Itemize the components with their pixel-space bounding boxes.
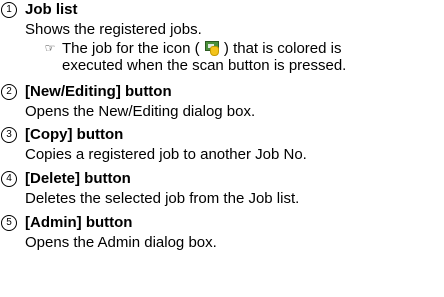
list-item: 5 [Admin] button Opens the Admin dialog …: [0, 213, 440, 251]
note-text-after-icon: ) that is colored is: [223, 40, 342, 57]
item-heading: 5 [Admin] button: [0, 213, 440, 233]
item-heading: 4 [Delete] button: [0, 169, 440, 189]
item-heading: 3 [Copy] button: [0, 125, 440, 145]
item-number-circle: 5: [1, 215, 17, 231]
list-item: 4 [Delete] button Deletes the selected j…: [0, 169, 440, 207]
item-title: Job list: [25, 1, 78, 18]
item-heading: 2 [New/Editing] button: [0, 82, 440, 102]
scan-job-icon: [204, 40, 220, 56]
note-line-1: The job for the icon ( ) that is colored…: [62, 40, 341, 57]
item-title: [Copy] button: [25, 126, 124, 143]
item-title: [Admin] button: [25, 214, 133, 231]
item-description: Deletes the selected job from the Job li…: [25, 190, 300, 207]
pointing-hand-icon: ☞: [44, 41, 56, 55]
item-description: Shows the registered jobs.: [25, 21, 202, 38]
item-title: [Delete] button: [25, 170, 131, 187]
list-item: 3 [Copy] button Copies a registered job …: [0, 125, 440, 163]
note-line-2: executed when the scan button is pressed…: [62, 57, 347, 74]
item-description: Opens the New/Editing dialog box.: [25, 103, 256, 120]
item-heading: 1 Job list: [0, 0, 440, 20]
item-description: Opens the Admin dialog box.: [25, 234, 217, 251]
item-number-circle: 1: [1, 2, 17, 18]
item-description: Copies a registered job to another Job N…: [25, 146, 307, 163]
list-item: 2 [New/Editing] button Opens the New/Edi…: [0, 82, 440, 120]
list-item: 1 Job list Shows the registered jobs. ☞ …: [0, 0, 440, 74]
item-number-circle: 4: [1, 171, 17, 187]
item-number-circle: 2: [1, 84, 17, 100]
note-text-before-icon: The job for the icon (: [62, 40, 200, 57]
item-number-circle: 3: [1, 127, 17, 143]
item-title: [New/Editing] button: [25, 83, 172, 100]
